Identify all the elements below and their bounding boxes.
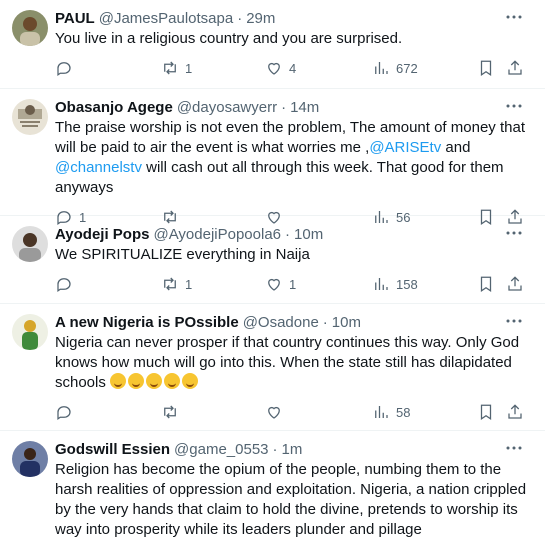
action-bar: 1 4 672 bbox=[55, 49, 531, 87]
reply-icon bbox=[57, 278, 71, 292]
retweet-icon bbox=[164, 61, 176, 75]
bookmark-icon bbox=[480, 404, 492, 420]
user-handle[interactable]: @dayosawyerr bbox=[177, 99, 277, 116]
tweet-text: We SPIRITUALIZE everything in Naija bbox=[55, 246, 310, 263]
bookmark-icon bbox=[480, 276, 492, 292]
tweet[interactable]: Godswill Essien @game_0553 · 1m Religion… bbox=[0, 431, 545, 546]
user-handle[interactable]: @game_0553 bbox=[174, 441, 268, 458]
tweet-text-part: and bbox=[441, 139, 471, 156]
analytics-icon bbox=[375, 406, 388, 418]
reply-button[interactable] bbox=[55, 402, 73, 422]
separator-dot: · bbox=[285, 225, 291, 243]
like-button[interactable]: 4 bbox=[265, 58, 296, 78]
retweet-icon bbox=[164, 405, 176, 419]
share-icon bbox=[508, 404, 522, 419]
share-button[interactable] bbox=[506, 402, 524, 422]
heart-icon bbox=[268, 406, 280, 419]
action-bar: 58 bbox=[55, 393, 531, 431]
bookmark-button[interactable] bbox=[477, 58, 495, 78]
avatar[interactable] bbox=[12, 226, 48, 262]
tweet-text: The praise worship is not even the probl… bbox=[55, 118, 531, 198]
share-icon bbox=[508, 60, 522, 75]
separator-dot: · bbox=[281, 98, 287, 116]
timestamp[interactable]: 10m bbox=[332, 314, 361, 331]
user-handle[interactable]: @JamesPaulotsapa bbox=[99, 10, 233, 27]
separator-dot: · bbox=[322, 313, 328, 331]
share-button[interactable] bbox=[506, 274, 524, 294]
display-name[interactable]: Godswill Essien bbox=[55, 441, 170, 458]
crying-emoji-icon bbox=[146, 373, 163, 389]
tweet[interactable]: Obasanjo Agege @dayosawyerr · 14m The pr… bbox=[0, 89, 545, 225]
retweet-icon bbox=[164, 277, 176, 291]
view-count: 58 bbox=[396, 404, 411, 420]
tweet[interactable]: Ayodeji Pops @AyodejiPopoola6 · 10m We S… bbox=[0, 216, 545, 304]
timeline: PAUL @JamesPaulotsapa · 29m You live in … bbox=[0, 0, 545, 546]
like-button[interactable]: 1 bbox=[265, 274, 296, 294]
tweet-text: Nigeria can never prosper if that countr… bbox=[55, 333, 531, 393]
crying-emoji-icon bbox=[128, 373, 145, 389]
separator-dot: · bbox=[237, 9, 243, 27]
retweet-count: 1 bbox=[185, 60, 193, 76]
user-handle[interactable]: @Osadone bbox=[243, 314, 319, 331]
share-icon bbox=[508, 276, 522, 291]
analytics-icon bbox=[375, 62, 388, 74]
display-name[interactable]: PAUL bbox=[55, 10, 95, 27]
crying-emoji-icon bbox=[182, 373, 199, 389]
retweet-button[interactable]: 1 bbox=[161, 58, 192, 78]
crying-emoji-icon bbox=[164, 373, 181, 389]
avatar[interactable] bbox=[12, 314, 48, 350]
more-icon[interactable] bbox=[505, 439, 523, 457]
tweet[interactable]: A new Nigeria is POssible @Osadone · 10m… bbox=[0, 304, 545, 431]
display-name[interactable]: Obasanjo Agege bbox=[55, 99, 173, 116]
heart-icon bbox=[268, 278, 280, 291]
heart-icon bbox=[268, 62, 280, 75]
like-count: 1 bbox=[289, 276, 297, 292]
analytics-icon bbox=[375, 278, 388, 290]
tweet-text: You live in a religious country and you … bbox=[55, 30, 403, 47]
crying-emoji-icon bbox=[110, 373, 127, 389]
avatar[interactable] bbox=[12, 10, 48, 46]
more-icon[interactable] bbox=[505, 8, 523, 26]
tweet-text: Religion has become the opium of the peo… bbox=[55, 461, 527, 538]
bookmark-icon bbox=[480, 60, 492, 76]
avatar[interactable] bbox=[12, 99, 48, 135]
separator-dot: · bbox=[272, 440, 278, 458]
timestamp[interactable]: 1m bbox=[282, 441, 303, 458]
reply-icon bbox=[57, 406, 71, 420]
timestamp[interactable]: 10m bbox=[294, 226, 323, 243]
retweet-button[interactable] bbox=[161, 402, 179, 422]
timestamp[interactable]: 29m bbox=[246, 10, 275, 27]
mention-link[interactable]: @ARISEtv bbox=[369, 139, 441, 156]
views-button[interactable]: 58 bbox=[372, 402, 410, 422]
views-button[interactable]: 672 bbox=[372, 58, 418, 78]
timestamp[interactable]: 14m bbox=[290, 99, 319, 116]
avatar[interactable] bbox=[12, 441, 48, 477]
display-name[interactable]: A new Nigeria is POssible bbox=[55, 314, 239, 331]
tweet[interactable]: PAUL @JamesPaulotsapa · 29m You live in … bbox=[0, 0, 545, 89]
more-icon[interactable] bbox=[505, 97, 523, 115]
bookmark-button[interactable] bbox=[477, 402, 495, 422]
reply-icon bbox=[57, 62, 71, 76]
more-icon[interactable] bbox=[505, 312, 523, 330]
bookmark-button[interactable] bbox=[477, 274, 495, 294]
mention-link[interactable]: @channelstv bbox=[55, 159, 142, 176]
views-button[interactable]: 158 bbox=[372, 274, 418, 294]
like-button[interactable] bbox=[265, 402, 283, 422]
view-count: 158 bbox=[396, 276, 418, 292]
like-count: 4 bbox=[289, 60, 297, 76]
action-bar: 1 1 158 bbox=[55, 265, 531, 303]
more-icon[interactable] bbox=[505, 224, 523, 242]
reply-button[interactable] bbox=[55, 274, 73, 294]
share-button[interactable] bbox=[506, 58, 524, 78]
view-count: 672 bbox=[396, 60, 418, 76]
user-handle[interactable]: @AyodejiPopoola6 bbox=[153, 226, 281, 243]
retweet-count: 1 bbox=[185, 276, 193, 292]
crying-emoji-group bbox=[110, 373, 200, 391]
display-name[interactable]: Ayodeji Pops bbox=[55, 226, 149, 243]
reply-button[interactable] bbox=[55, 58, 73, 78]
retweet-button[interactable]: 1 bbox=[161, 274, 192, 294]
